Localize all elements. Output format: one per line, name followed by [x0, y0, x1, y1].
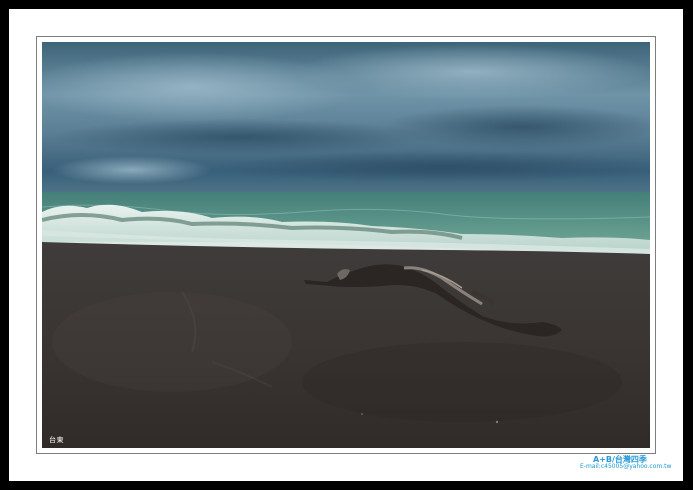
photo-caption: 台東	[49, 436, 64, 444]
beach-scene-image	[42, 42, 650, 448]
signature-watermark: A+B/台灣四季 E-mail:c45005@yahoo.com.tw	[578, 454, 671, 472]
beach-photo	[42, 42, 650, 448]
signature-email: E-mail:c45005@yahoo.com.tw	[580, 463, 672, 470]
